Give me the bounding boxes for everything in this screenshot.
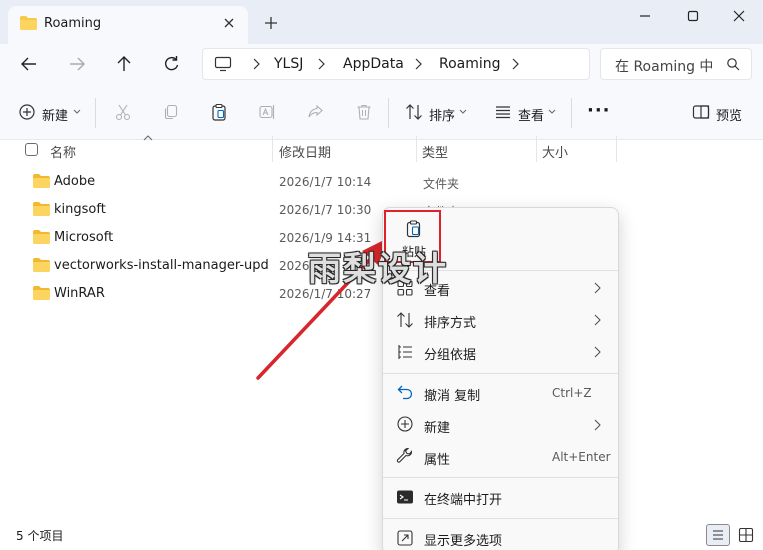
folder-icon [33, 174, 50, 188]
chevron-right-icon [592, 419, 602, 431]
folder-icon [33, 286, 50, 300]
copy-icon[interactable] [162, 103, 180, 121]
wrench-icon [396, 447, 414, 465]
cut-icon[interactable] [114, 103, 132, 121]
view-button[interactable]: 查看 [518, 105, 544, 124]
chevron-right-icon [250, 57, 262, 71]
back-icon[interactable] [18, 54, 40, 74]
paste-icon[interactable] [210, 103, 228, 121]
breadcrumb-appdata[interactable]: AppData [343, 56, 404, 72]
folder-icon [33, 202, 50, 216]
column-divider[interactable] [536, 136, 537, 162]
menu-item-new[interactable]: 新建 [424, 417, 450, 436]
sort-button[interactable]: 排序 [429, 105, 455, 124]
toolbar-divider [571, 98, 572, 128]
item-count: 5 个项目 [16, 529, 64, 543]
menu-item-properties[interactable]: 属性 [424, 449, 450, 468]
column-type[interactable]: 类型 [422, 142, 448, 161]
terminal-icon [396, 488, 414, 506]
column-size[interactable]: 大小 [542, 142, 568, 161]
close-tab-icon[interactable] [220, 14, 238, 32]
menu-divider [383, 477, 618, 478]
column-divider[interactable] [616, 136, 617, 162]
toolbar-divider [388, 98, 389, 128]
minimize-icon[interactable] [633, 8, 657, 24]
delete-icon[interactable] [355, 103, 373, 121]
chevron-right-icon[interactable] [509, 57, 521, 71]
shortcut-properties: Alt+Enter [552, 450, 611, 464]
menu-divider [383, 518, 618, 519]
file-date: 2026/1/7 10:14 [279, 175, 372, 189]
shortcut-undo: Ctrl+Z [552, 386, 592, 400]
plus-circle-icon[interactable] [18, 103, 36, 121]
toolbar-divider [95, 98, 96, 128]
chevron-right-icon [592, 346, 602, 358]
file-name[interactable]: WinRAR [54, 286, 105, 301]
plus-circle-icon [396, 415, 414, 433]
preview-pane-icon[interactable] [692, 103, 710, 121]
details-view-button[interactable] [706, 524, 730, 546]
sort-ascending-icon [143, 135, 153, 141]
up-icon[interactable] [113, 54, 135, 74]
search-placeholder: 在 Roaming 中 [615, 59, 714, 75]
maximize-icon[interactable] [681, 8, 705, 24]
rename-icon[interactable] [258, 103, 276, 121]
computer-icon [214, 56, 232, 72]
chevron-right-icon [592, 314, 602, 326]
file-name[interactable]: vectorworks-install-manager-upda... [54, 258, 268, 273]
sort-icon[interactable] [405, 103, 423, 121]
sort-icon [396, 311, 414, 329]
forward-icon[interactable] [66, 54, 88, 74]
new-button[interactable]: 新建 [42, 105, 68, 124]
menu-item-open-terminal[interactable]: 在终端中打开 [424, 489, 502, 508]
folder-icon [33, 258, 50, 272]
menu-item-group-by[interactable]: 分组依据 [424, 344, 476, 363]
group-icon [396, 343, 414, 361]
undo-icon [396, 383, 414, 401]
file-date: 2026/1/7 10:30 [279, 203, 372, 217]
chevron-down-icon [459, 109, 467, 115]
column-name[interactable]: 名称 [50, 142, 76, 161]
preview-button[interactable]: 预览 [716, 105, 742, 124]
column-divider[interactable] [272, 136, 273, 162]
chevron-right-icon [412, 57, 424, 71]
column-date[interactable]: 修改日期 [279, 142, 331, 161]
chevron-right-icon [315, 57, 327, 71]
view-icon[interactable] [494, 103, 512, 121]
menu-item-show-more-options[interactable]: 显示更多选项 [424, 530, 502, 549]
chevron-down-icon [73, 109, 81, 115]
tiles-view-icon[interactable] [737, 526, 755, 544]
new-tab-icon[interactable] [262, 14, 280, 32]
select-all-checkbox[interactable] [25, 143, 38, 156]
file-type: 文件夹 [423, 177, 460, 191]
breadcrumb-ylsj[interactable]: YLSJ [274, 56, 303, 72]
folder-icon [20, 16, 37, 30]
share-icon[interactable] [306, 103, 324, 121]
menu-item-undo-copy[interactable]: 撤消 复制 [424, 385, 480, 404]
menu-item-sort-by[interactable]: 排序方式 [424, 312, 476, 331]
close-window-icon[interactable] [727, 8, 751, 24]
more-options-button[interactable]: ··· [587, 100, 611, 121]
file-name[interactable]: kingsoft [54, 202, 106, 217]
more-options-icon [396, 529, 414, 547]
chevron-right-icon [592, 282, 602, 294]
tab-title: Roaming [44, 16, 102, 31]
menu-divider [383, 373, 618, 374]
refresh-icon[interactable] [161, 54, 183, 74]
search-icon[interactable] [726, 57, 740, 71]
file-name[interactable]: Adobe [54, 174, 95, 189]
folder-icon [33, 230, 50, 244]
file-name[interactable]: Microsoft [54, 230, 113, 245]
watermark: 雨梨设计 [308, 249, 448, 288]
column-divider[interactable] [416, 136, 417, 162]
breadcrumb-roaming[interactable]: Roaming [439, 56, 501, 72]
chevron-down-icon [548, 109, 556, 115]
